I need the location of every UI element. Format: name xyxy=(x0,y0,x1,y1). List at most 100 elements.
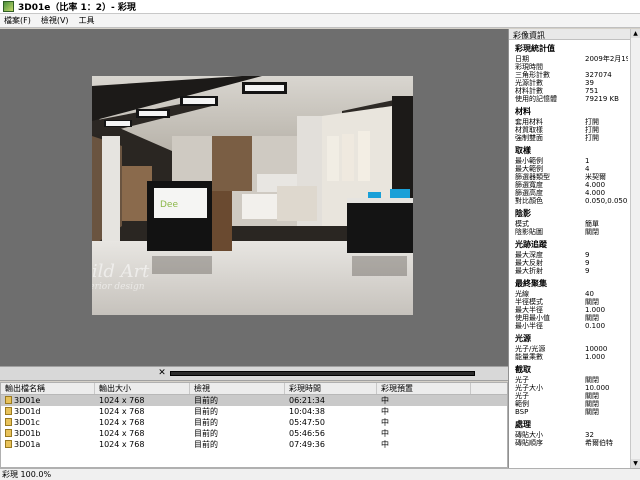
cell-text: 中 xyxy=(381,407,389,416)
scroll-down-icon[interactable]: ▼ xyxy=(631,459,640,468)
info-row: 陰影貼圖 關閉 xyxy=(515,228,628,236)
cell-size: 1024 x 768 xyxy=(95,428,190,439)
info-row: 材質取樣 打開 xyxy=(515,126,628,134)
cell-text: 中 xyxy=(381,418,389,427)
info-value: 關閉 xyxy=(585,376,599,384)
info-key: 光子 xyxy=(515,376,529,384)
scroll-up-icon[interactable]: ▲ xyxy=(631,29,640,38)
cell-filename: 3D01e xyxy=(1,395,95,406)
info-key: 彩現時間 xyxy=(515,63,543,71)
info-section-title: 光跡追蹤 xyxy=(515,240,547,249)
info-row: 材料計數 751 xyxy=(515,87,628,95)
cell-time: 05:47:50 xyxy=(285,417,377,428)
menu-file[interactable]: 檔案(F) xyxy=(4,15,31,26)
render-history-list: 輸出檔名稱 輸出大小 檢視 彩現時間 彩現預置 3D01e 1024 x 768 目… xyxy=(0,382,508,468)
panel-splitter[interactable]: ✕ xyxy=(0,366,508,381)
info-key: 光子大小 xyxy=(515,384,543,392)
table-row[interactable]: 3D01b 1024 x 768 目前的 05:46:56 中 xyxy=(1,428,507,439)
info-key: 篩選寬度 xyxy=(515,181,543,189)
menu-view[interactable]: 檢視(V) xyxy=(41,15,69,26)
cell-view: 目前的 xyxy=(190,439,285,450)
info-section-title: 最終聚集 xyxy=(515,279,547,288)
info-value: 39 xyxy=(585,79,594,87)
info-row: 彩現時間 xyxy=(515,63,628,71)
cell-text: 05:47:50 xyxy=(289,418,325,427)
info-key: 最小範例 xyxy=(515,157,543,165)
menu-tools[interactable]: 工具 xyxy=(79,15,95,26)
info-key: BSP xyxy=(515,408,529,416)
info-key: 強制雙面 xyxy=(515,134,543,142)
table-row[interactable]: 3D01d 1024 x 768 目前的 10:04:38 中 xyxy=(1,406,507,417)
cell-text: 目前的 xyxy=(194,418,218,427)
info-row: 光子大小 10.000 xyxy=(515,384,628,392)
column-header-size[interactable]: 輸出大小 xyxy=(95,383,190,394)
info-row: 光源計數 39 xyxy=(515,79,628,87)
column-header-preset[interactable]: 彩現預置 xyxy=(377,383,471,394)
info-row: 光子 關閉 xyxy=(515,392,628,400)
cell-view: 目前的 xyxy=(190,406,285,417)
info-value: 327074 xyxy=(585,71,612,79)
info-value: 打開 xyxy=(585,118,599,126)
cell-time: 07:49:36 xyxy=(285,439,377,450)
column-header-time[interactable]: 彩現時間 xyxy=(285,383,377,394)
info-key: 最大折射 xyxy=(515,267,543,275)
info-key: 材質取樣 xyxy=(515,126,543,134)
info-row: 半徑模式 關閉 xyxy=(515,298,628,306)
table-row[interactable]: 3D01e 1024 x 768 目前的 06:21:34 中 xyxy=(1,395,507,406)
info-value: 關閉 xyxy=(585,392,599,400)
info-section: 材料 套用材料 打開 材質取樣 打開 強制雙面 打開 xyxy=(515,107,628,142)
info-row: 最大半徑 1.000 xyxy=(515,306,628,314)
cell-text: 中 xyxy=(381,429,389,438)
info-key: 篩選器類型 xyxy=(515,173,550,181)
cell-text: 3D01d xyxy=(14,407,41,416)
image-info-panel: 彩像資訊 彩現統計值日期2009年2月19日彩現時間三角形計數327074光源計… xyxy=(508,29,640,468)
cell-time: 05:46:56 xyxy=(285,428,377,439)
column-header-view[interactable]: 檢視 xyxy=(190,383,285,394)
info-value: 751 xyxy=(585,87,599,95)
cell-size: 1024 x 768 xyxy=(95,417,190,428)
info-value: 打開 xyxy=(585,134,599,142)
info-key: 陰影貼圖 xyxy=(515,228,543,236)
close-icon[interactable]: ✕ xyxy=(157,368,167,378)
cell-text: 06:21:34 xyxy=(289,396,325,405)
app-icon xyxy=(3,1,14,12)
info-value: 打開 xyxy=(585,126,599,134)
info-value: 0.100 xyxy=(585,322,606,330)
info-key: 最大反射 xyxy=(515,259,543,267)
cell-text: 10:04:38 xyxy=(289,407,325,416)
info-key: 最大範例 xyxy=(515,165,543,173)
info-value: 2009年2月19日 xyxy=(585,55,628,63)
cell-size: 1024 x 768 xyxy=(95,439,190,450)
info-value: 9 xyxy=(585,259,590,267)
info-key: 使用最小值 xyxy=(515,314,550,322)
info-scrollbar[interactable]: ▲ ▼ xyxy=(630,29,640,468)
info-row: 篩選寬度 4.000 xyxy=(515,181,628,189)
info-row: 光子/光源 10000 xyxy=(515,345,628,353)
info-section-title: 彩現統計值 xyxy=(515,44,555,53)
cell-preset: 中 xyxy=(377,395,471,406)
info-row: 對比顏色 0.050,0.050,0.050 xyxy=(515,197,628,205)
info-section: 處理 磚貼大小 32 磚貼順序 希爾伯特 xyxy=(515,420,628,447)
cell-size: 1024 x 768 xyxy=(95,406,190,417)
watermark: Build Art interior design xyxy=(92,261,197,311)
window-title: 3D01e（比率 1：2）- 彩現 xyxy=(18,3,136,13)
column-header-filename[interactable]: 輸出檔名稱 xyxy=(1,383,95,394)
table-row[interactable]: 3D01a 1024 x 768 目前的 07:49:36 中 xyxy=(1,439,507,450)
info-value: 9 xyxy=(585,267,590,275)
cell-filename: 3D01a xyxy=(1,439,95,450)
info-value: 米契爾 xyxy=(585,173,606,181)
info-value: 1.000 xyxy=(585,306,606,314)
table-row[interactable]: 3D01c 1024 x 768 目前的 05:47:50 中 xyxy=(1,417,507,428)
info-key: 光源計數 xyxy=(515,79,543,87)
info-value: 40 xyxy=(585,290,594,298)
image-file-icon xyxy=(5,407,12,415)
info-value: 簡單 xyxy=(585,220,599,228)
cell-preset: 中 xyxy=(377,406,471,417)
info-key: 光子/光源 xyxy=(515,345,546,353)
cell-text: 05:46:56 xyxy=(289,429,325,438)
info-row: BSP 關閉 xyxy=(515,408,628,416)
info-section-title: 陰影 xyxy=(515,209,531,218)
cell-time: 06:21:34 xyxy=(285,395,377,406)
info-row: 強制雙面 打開 xyxy=(515,134,628,142)
image-file-icon xyxy=(5,418,12,426)
